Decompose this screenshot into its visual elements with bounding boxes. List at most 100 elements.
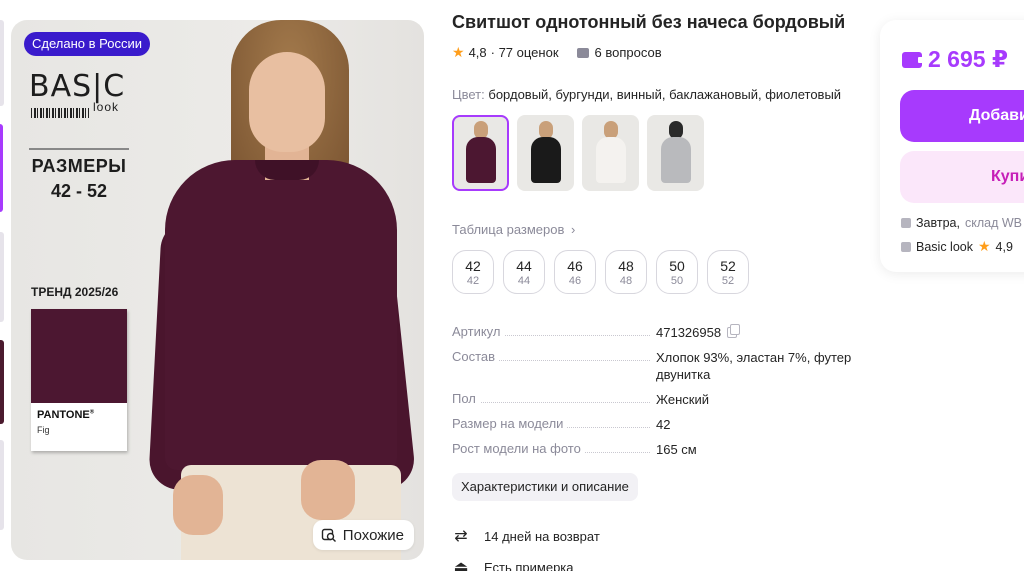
spec-value: 42 <box>656 417 671 432</box>
color-variants <box>452 115 704 191</box>
spec-value: 165 см <box>656 442 697 457</box>
spec-row: Размер на модели 42 <box>452 416 852 433</box>
spec-key: Артикул <box>452 324 505 339</box>
size-table-link[interactable]: Таблица размеров › <box>452 222 575 237</box>
questions-icon <box>576 47 589 58</box>
sizes-title: РАЗМЕРЫ <box>31 156 127 176</box>
thumbnail-active[interactable] <box>0 124 3 212</box>
pantone-brand: PANTONE <box>37 409 90 421</box>
product-title: Свитшот однотонный без начеса бордовый <box>452 12 846 32</box>
color-label: Цвет: <box>452 87 485 102</box>
trend-label: ТРЕНД 2025/26 <box>31 285 119 299</box>
pantone-swatch <box>31 309 127 403</box>
price-value: 2 695 ₽ <box>928 46 1008 72</box>
brand-logo-top: BAS|C <box>29 69 126 104</box>
article-number: 471326958 <box>656 325 722 340</box>
brand-logo: BAS|C look <box>29 69 139 118</box>
star-icon: ★ <box>977 238 991 254</box>
thumbnail[interactable] <box>0 20 4 106</box>
thumbnail[interactable] <box>0 340 4 424</box>
size-int: 52 <box>721 275 735 287</box>
thumbnail[interactable] <box>0 232 4 322</box>
size-chip[interactable]: 42 42 <box>452 250 494 294</box>
variant-thumbnail-selected[interactable] <box>452 115 509 191</box>
delivery-warehouse[interactable]: склад WB <box>965 216 1022 230</box>
size-ru: 50 <box>669 258 685 274</box>
variant-thumbnail[interactable] <box>517 115 574 191</box>
questions-count[interactable]: 6 вопросов <box>595 45 662 60</box>
model-photo <box>147 20 424 560</box>
seller-rating: 4,9 <box>995 239 1013 254</box>
return-text: 14 дней на возврат <box>484 528 600 544</box>
thumbnail[interactable] <box>0 440 4 530</box>
variant-thumbnail[interactable] <box>647 115 704 191</box>
price: 2 695 ₽ <box>902 46 1008 73</box>
similar-button-label: Похожие <box>342 526 404 544</box>
thumbnail-strip[interactable] <box>0 0 6 571</box>
size-ru: 46 <box>567 258 583 274</box>
sizes-range: 42 - 52 <box>50 181 108 201</box>
product-main-image[interactable]: Сделано в России BAS|C look РАЗМЕРЫ 42 -… <box>11 20 424 560</box>
color-value: бордовый, бургунди, винный, баклажановый… <box>488 87 842 102</box>
copy-icon[interactable] <box>727 324 741 338</box>
spec-row: Пол Женский <box>452 391 852 408</box>
wallet-icon <box>902 51 924 68</box>
pantone-color-name: Fig <box>37 425 50 435</box>
size-selector: 42 42 44 44 46 46 48 48 50 50 52 52 <box>452 250 749 294</box>
buy-now-button[interactable]: Купить сейчас <box>900 151 1024 203</box>
size-int: 50 <box>670 275 684 287</box>
size-int: 46 <box>568 275 582 287</box>
spec-key: Размер на модели <box>452 416 568 431</box>
box-icon <box>901 218 911 228</box>
size-ru: 52 <box>720 258 736 274</box>
pantone-card: PANTONE® Fig <box>31 309 127 451</box>
similar-icon <box>321 528 336 542</box>
size-ru: 44 <box>516 258 532 274</box>
size-chip[interactable]: 52 52 <box>707 250 749 294</box>
spec-value: Хлопок 93%, эластан 7%, футер двунитка <box>656 350 852 382</box>
characteristics-button[interactable]: Характеристики и описание <box>452 473 638 501</box>
size-chip[interactable]: 48 48 <box>605 250 647 294</box>
size-int: 48 <box>619 275 633 287</box>
seller-name: Basic look <box>916 239 973 254</box>
size-int: 42 <box>466 275 480 287</box>
sizes-block: РАЗМЕРЫ 42 - 52 <box>29 148 129 202</box>
chevron-right-icon: › <box>571 222 576 237</box>
return-icon: ⇄ <box>454 528 468 545</box>
fitting-text: Есть примерка <box>484 559 574 571</box>
rating-value[interactable]: 4,8 <box>469 45 487 60</box>
specs-table: Артикул 471326958 Состав Хлопок 93%, эла… <box>452 324 852 466</box>
variant-thumbnail[interactable] <box>582 115 639 191</box>
star-icon: ★ <box>452 44 465 60</box>
spec-row: Артикул 471326958 <box>452 324 852 341</box>
price-panel: 2 695 ₽ Добавить в корзину Купить сейчас… <box>880 20 1024 272</box>
similar-button[interactable]: Похожие <box>312 520 414 550</box>
size-ru: 48 <box>618 258 634 274</box>
spec-key: Пол <box>452 391 480 406</box>
barcode-graphic <box>31 108 89 118</box>
size-chip[interactable]: 50 50 <box>656 250 698 294</box>
size-chip[interactable]: 46 46 <box>554 250 596 294</box>
spec-row: Состав Хлопок 93%, эластан 7%, футер дву… <box>452 349 852 383</box>
color-row: Цвет: бордовый, бургунди, винный, баклаж… <box>452 87 841 102</box>
fitting-feature[interactable]: ⏏ Есть примерка <box>452 557 574 571</box>
add-to-cart-button[interactable]: Добавить в корзину <box>900 90 1024 142</box>
delivery-info: Завтра, склад WB <box>901 216 1022 230</box>
size-table-label: Таблица размеров <box>452 222 565 237</box>
size-int: 44 <box>517 275 531 287</box>
reviews-count[interactable]: · 77 оценок <box>491 45 559 60</box>
size-chip[interactable]: 44 44 <box>503 250 545 294</box>
spec-key: Состав <box>452 349 500 364</box>
spec-key: Рост модели на фото <box>452 441 585 456</box>
spec-value: Женский <box>656 392 709 407</box>
size-ru: 42 <box>465 258 481 274</box>
shop-icon <box>901 241 911 252</box>
delivery-day: Завтра, <box>916 216 960 230</box>
spec-row: Рост модели на фото 165 см <box>452 441 852 458</box>
hanger-icon: ⏏ <box>453 559 469 571</box>
seller-info[interactable]: Basic look ★ 4,9 <box>901 238 1013 255</box>
brand-logo-bottom: look <box>93 100 120 114</box>
made-in-russia-badge: Сделано в России <box>24 32 150 56</box>
return-feature[interactable]: ⇄ 14 дней на возврат <box>452 526 600 546</box>
rating-row: ★ 4,8 · 77 оценок 6 вопросов <box>452 44 662 61</box>
